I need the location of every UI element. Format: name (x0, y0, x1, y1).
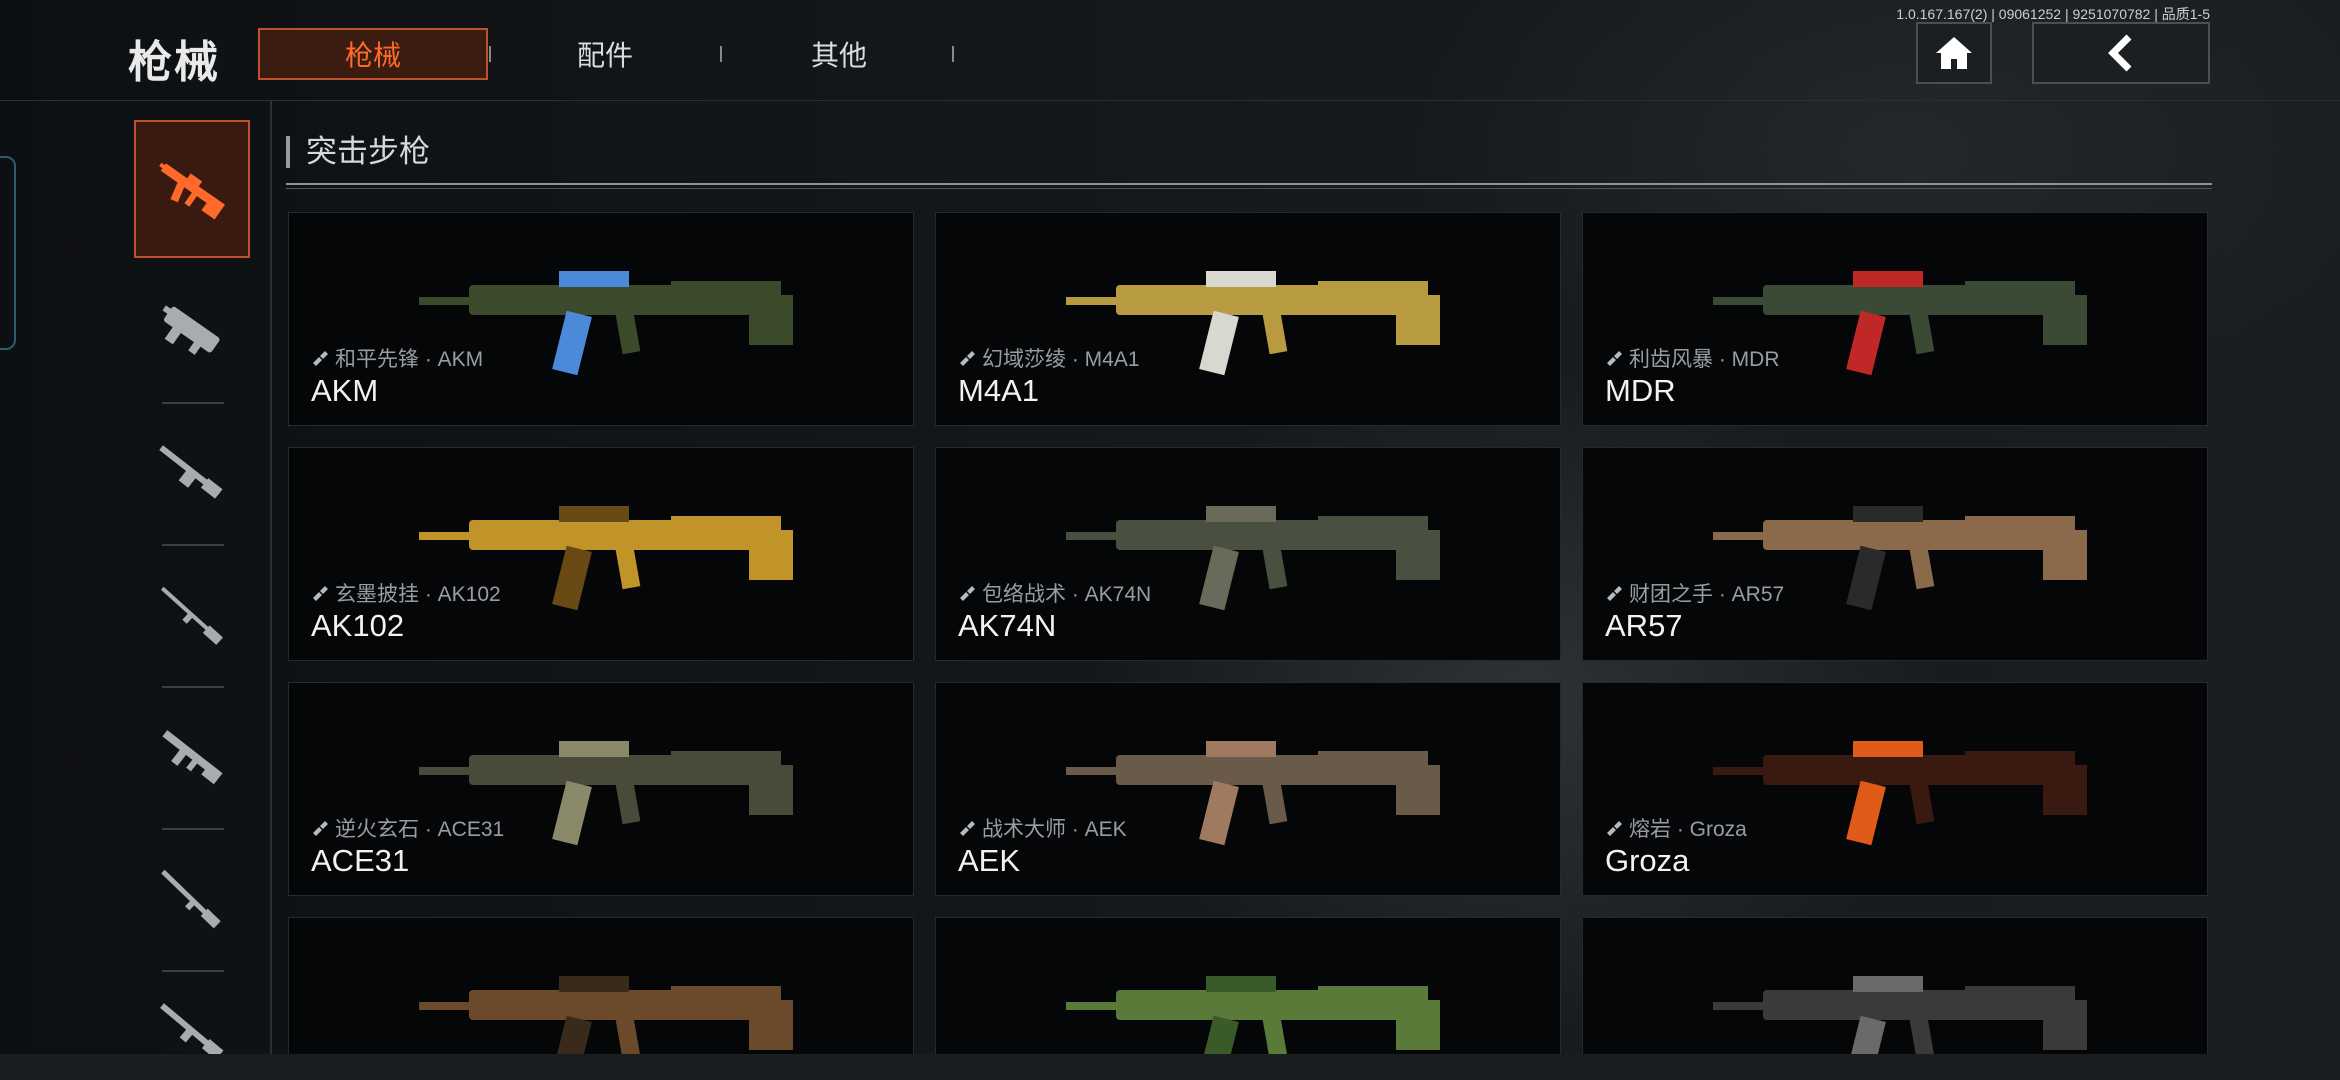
weapon-name: AKM (311, 373, 379, 408)
weapon-card[interactable]: 财团之手 · AR57 AR57 (1582, 447, 2208, 661)
skin-name: 战术大师 · AEK (982, 818, 1127, 841)
paint-brush-icon (1607, 586, 1622, 601)
tab-divider (952, 46, 954, 62)
sidebar-item-shotgun[interactable] (134, 830, 250, 968)
skin-name: 财团之手 · AR57 (1629, 583, 1785, 606)
skin-label: 财团之手 · AR57 (1605, 578, 1784, 608)
tab-label: 配件 (576, 40, 633, 71)
weapon-name: Groza (1605, 843, 1690, 878)
weapon-card[interactable]: 利齿风暴 · MDR MDR (1582, 212, 2208, 426)
top-bar: 枪械 枪械 配件 其他 1.0.167.167(2) | 09061252 | … (0, 0, 2340, 101)
skin-name: 和平先锋 · AKM (335, 348, 484, 371)
skin-name: 玄墨披挂 · AK102 (335, 583, 501, 606)
paint-brush-icon (1607, 351, 1622, 366)
skin-label: 逆火玄石 · ACE31 (311, 813, 504, 843)
shotgun-icon (161, 869, 221, 929)
skin-label: 玄墨披挂 · AK102 (311, 578, 501, 608)
weapon-name: M4A1 (958, 373, 1039, 408)
sidebar-item-lmg[interactable] (134, 404, 250, 542)
sidebar-item-marksman-rifle[interactable] (134, 972, 250, 1054)
weapon-category-sidebar (120, 100, 272, 1060)
tab-attachments[interactable]: 配件 (490, 28, 720, 80)
weapon-name: AEK (958, 843, 1021, 878)
skin-name: 熔岩 · Groza (1629, 818, 1747, 841)
weapon-card[interactable] (1582, 917, 2208, 1057)
version-info: 1.0.167.167(2) | 09061252 | 9251070782 |… (1896, 6, 2210, 22)
weapon-card[interactable]: 战术大师 · AEK AEK (935, 682, 1561, 896)
skin-label: 包络战术 · AK74N (958, 578, 1151, 608)
home-button[interactable] (1916, 22, 1992, 84)
section-divider (286, 183, 2212, 185)
sidebar-item-assault-rifle[interactable] (134, 120, 250, 258)
skin-name: 利齿风暴 · MDR (1629, 348, 1780, 371)
weapon-card[interactable]: 熔岩 · Groza Groza (1582, 682, 2208, 896)
weapon-card[interactable]: 和平先锋 · AKM AKM (288, 212, 914, 426)
skin-label: 战术大师 · AEK (958, 813, 1127, 843)
smg-icon (162, 305, 220, 355)
weapon-name: MDR (1605, 373, 1676, 408)
carbine-icon (162, 730, 223, 785)
paint-brush-icon (960, 821, 975, 836)
tab-guns[interactable]: 枪械 (258, 28, 488, 80)
weapon-name: AR57 (1605, 608, 1683, 643)
skin-label: 熔岩 · Groza (1605, 813, 1747, 843)
weapon-image (1713, 976, 2087, 1056)
weapon-image (1713, 741, 2087, 846)
section-title: 突击步枪 (286, 136, 430, 168)
paint-brush-icon (960, 586, 975, 601)
weapon-card[interactable]: 玄墨披挂 · AK102 AK102 (288, 447, 914, 661)
home-icon (1936, 37, 1972, 69)
weapon-name: ACE31 (311, 843, 410, 878)
tab-divider (720, 46, 722, 62)
weapon-image (1066, 976, 1440, 1056)
weapon-card[interactable]: 逆火玄石 · ACE31 ACE31 (288, 682, 914, 896)
page-title: 枪械 (128, 38, 220, 87)
paint-brush-icon (960, 351, 975, 366)
sidebar-item-carbine[interactable] (134, 688, 250, 826)
skin-name: 逆火玄石 · ACE31 (335, 818, 505, 841)
skin-name: 幻域莎绫 · M4A1 (982, 348, 1140, 371)
tab-label: 枪械 (344, 40, 401, 71)
sniper-rifle-icon (160, 586, 223, 645)
weapon-card[interactable] (288, 917, 914, 1057)
skin-label: 幻域莎绫 · M4A1 (958, 343, 1140, 373)
back-button[interactable] (2032, 22, 2210, 84)
paint-brush-icon (313, 586, 328, 601)
weapon-name: AK102 (311, 608, 405, 643)
skin-label: 和平先锋 · AKM (311, 343, 483, 373)
paint-brush-icon (313, 821, 328, 836)
skin-name: 包络战术 · AK74N (982, 583, 1152, 606)
weapon-card[interactable] (935, 917, 1561, 1057)
lmg-icon (159, 445, 223, 499)
sidebar-item-sniper-rifle[interactable] (134, 546, 250, 684)
edge-handle[interactable] (0, 156, 16, 350)
weapon-card[interactable]: 包络战术 · AK74N AK74N (935, 447, 1561, 661)
section-divider (286, 188, 2212, 189)
paint-brush-icon (313, 351, 328, 366)
weapon-card[interactable]: 幻域莎绫 · M4A1 M4A1 (935, 212, 1561, 426)
marksman-rifle-icon (160, 1003, 224, 1054)
paint-brush-icon (1607, 821, 1622, 836)
assault-rifle-icon (159, 162, 225, 220)
tab-label: 其他 (810, 40, 867, 71)
sidebar-item-smg[interactable] (134, 262, 250, 400)
weapon-name: AK74N (958, 608, 1057, 643)
weapon-image (419, 976, 793, 1056)
skin-label: 利齿风暴 · MDR (1605, 343, 1780, 373)
tab-other[interactable]: 其他 (724, 28, 954, 80)
back-chevron-icon (2108, 34, 2132, 72)
bottom-edge (0, 1054, 2340, 1080)
